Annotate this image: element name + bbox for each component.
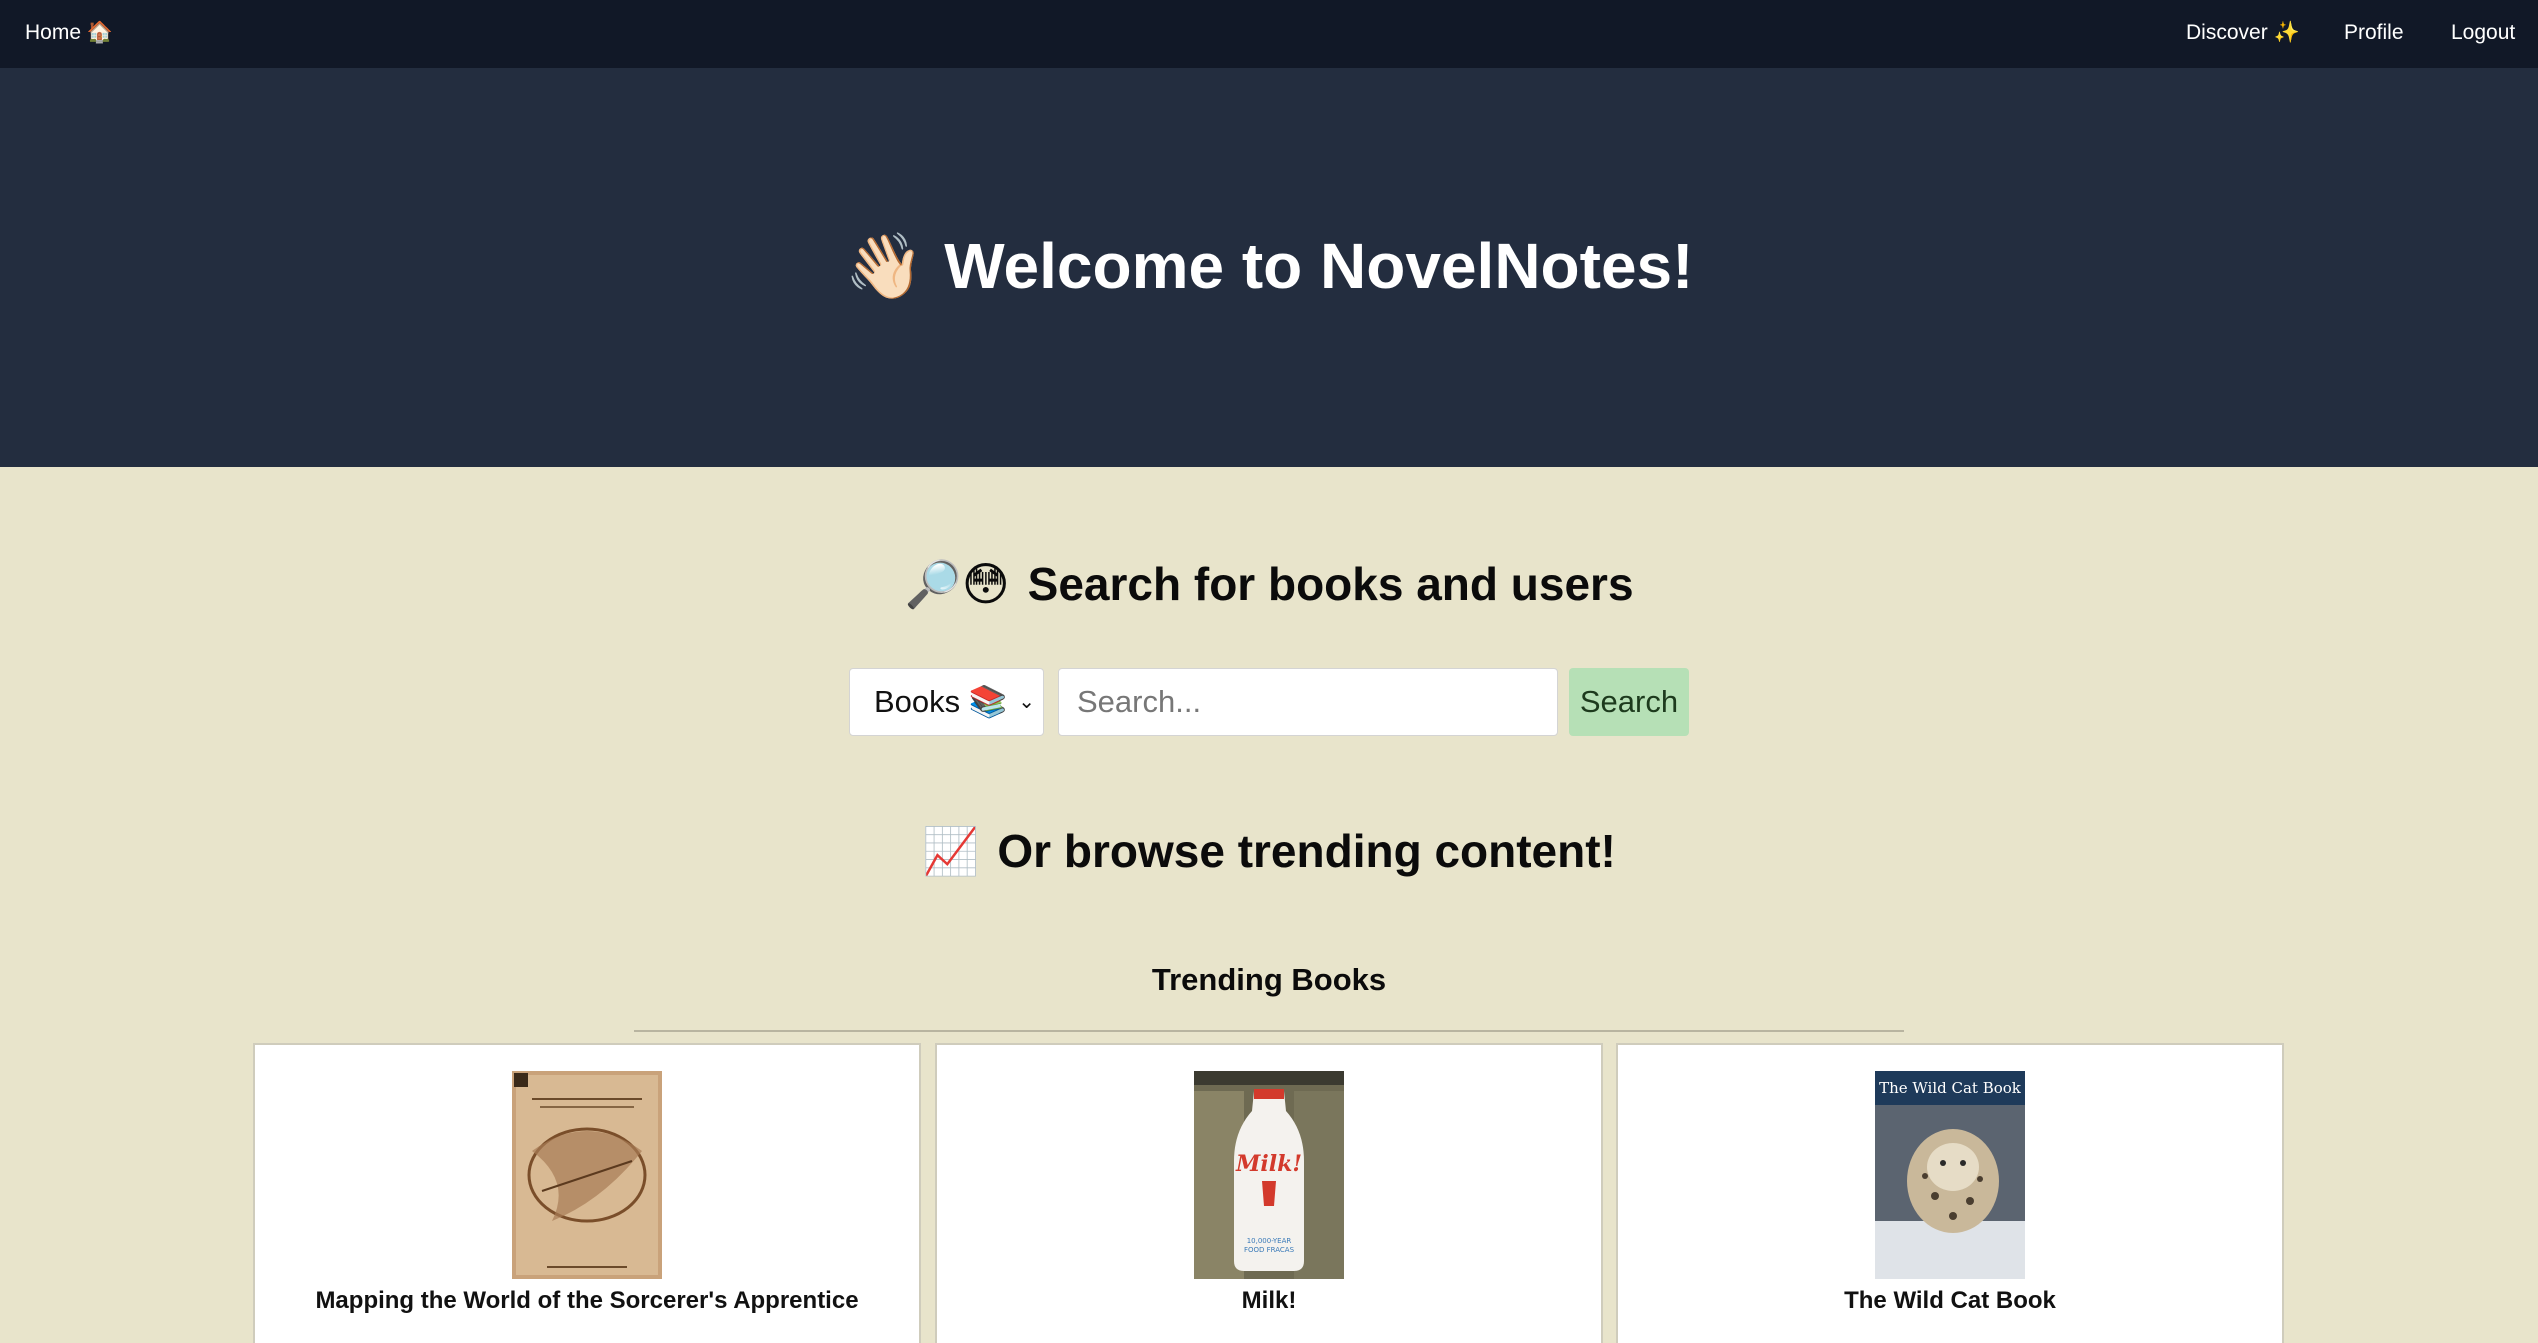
- browse-heading: 📈 Or browse trending content!: [0, 824, 2538, 879]
- browse-heading-text: Or browse trending content!: [997, 825, 1616, 877]
- hero-banner: 👋🏻 Welcome to NovelNotes!: [0, 68, 2538, 467]
- book-title: Milk!: [1241, 1287, 1297, 1314]
- book-card[interactable]: Mapping the World of the Sorcerer's Appr…: [253, 1043, 921, 1343]
- main-content: 🔎😳 Search for books and users Books 📚 ⌄ S…: [0, 467, 2538, 1343]
- book-card[interactable]: Milk! 10,000-YEAR FOOD FRACAS Milk!: [935, 1043, 1603, 1343]
- book-cover-image: [512, 1071, 662, 1279]
- search-button[interactable]: Search: [1569, 668, 1689, 736]
- search-input[interactable]: [1058, 668, 1558, 736]
- trending-chart-icon: 📈: [922, 824, 980, 878]
- hero-heading: 👋🏻 Welcome to NovelNotes!: [0, 228, 2538, 306]
- svg-text:FOOD FRACAS: FOOD FRACAS: [1244, 1246, 1295, 1254]
- nav-logout-link[interactable]: Logout: [2451, 0, 2515, 68]
- chevron-down-icon: ⌄: [1018, 691, 1035, 713]
- magnifier-face-icon: 🔎😳: [904, 557, 1010, 611]
- nav-home-link[interactable]: Home 🏠: [25, 0, 113, 68]
- search-form: Books 📚 ⌄ Search: [849, 668, 1689, 736]
- book-cover-image: Milk! 10,000-YEAR FOOD FRACAS: [1194, 1071, 1344, 1279]
- svg-text:10,000-YEAR: 10,000-YEAR: [1247, 1237, 1292, 1245]
- search-type-selected: Books 📚: [874, 684, 1008, 719]
- section-divider: [634, 1030, 1904, 1032]
- trending-books-title: Trending Books: [1151, 962, 1387, 997]
- svg-text:The Wild Cat Book: The Wild Cat Book: [1879, 1079, 2022, 1097]
- waving-hand-icon: 👋🏻: [844, 230, 925, 304]
- top-navbar: Home 🏠 Discover ✨ Profile Logout: [0, 0, 2538, 68]
- search-type-select[interactable]: Books 📚 ⌄: [849, 668, 1044, 736]
- book-cover-image: The Wild Cat Book: [1875, 1071, 2025, 1279]
- book-title: The Wild Cat Book: [1844, 1287, 2056, 1314]
- search-heading-text: Search for books and users: [1027, 558, 1634, 610]
- search-heading: 🔎😳 Search for books and users: [0, 557, 2538, 612]
- book-card[interactable]: The Wild Cat Book The Wild Cat Book: [1616, 1043, 2284, 1343]
- hero-title-text: Welcome to NovelNotes!: [944, 230, 1694, 302]
- nav-profile-link[interactable]: Profile: [2344, 0, 2404, 68]
- book-title: Mapping the World of the Sorcerer's Appr…: [315, 1287, 859, 1314]
- svg-text:Milk!: Milk!: [1235, 1151, 1302, 1177]
- nav-discover-link[interactable]: Discover ✨: [2186, 0, 2300, 68]
